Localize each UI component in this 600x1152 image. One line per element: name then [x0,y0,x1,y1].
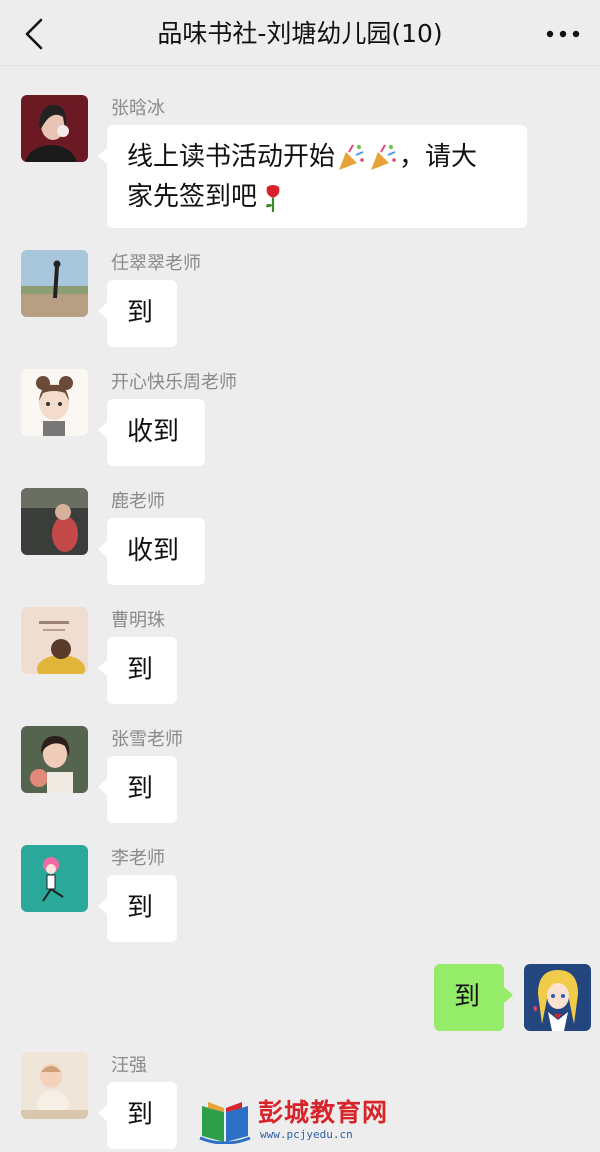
book-logo-icon [199,1102,251,1144]
message-bubble[interactable]: 收到 [98,518,205,585]
avatar[interactable] [21,726,88,793]
chevron-left-icon [25,18,43,50]
more-dots-icon [546,30,580,38]
message-row: 开心快乐周老师 收到 [0,369,600,469]
message-text: 到 [127,774,154,804]
sender-name: 鹿老师 [111,491,165,512]
message-text: 家先签到吧 [127,182,258,212]
message-bubble[interactable]: 到 [98,875,177,942]
rose-icon [266,184,280,212]
sender-name: 李老师 [111,848,165,869]
message-bubble[interactable]: 收到 [98,399,205,466]
sender-name: 张晗冰 [111,98,165,119]
message-bubble[interactable]: 线上读书活动开始 ，请大家先签到吧 [98,125,527,228]
chat-header: 品味书社-刘塘幼儿园(10) [0,0,600,66]
avatar-self[interactable] [524,964,591,1031]
message-text: 收到 [127,536,180,566]
party-popper-icon [371,144,396,170]
message-bubble-self[interactable]: 到 [434,964,513,1031]
message-text: ，请大 [399,142,478,172]
message-row: 鹿老师 收到 [0,488,600,588]
avatar[interactable] [21,845,88,912]
avatar[interactable] [21,250,88,317]
avatar[interactable] [21,607,88,674]
message-row: 张晗冰 线上读书活动开始 ，请大家先签到吧 [0,95,600,235]
message-bubble[interactable]: 到 [98,1082,177,1149]
chat-title: 品味书社-刘塘幼儿园(10) [157,19,443,48]
message-text: 到 [127,298,154,328]
message-text: 到 [127,655,154,685]
message-bubble[interactable]: 到 [98,756,177,823]
sender-name: 任翠翠老师 [111,253,201,274]
watermark-url: www.pcjyedu.cn [260,1128,353,1141]
message-bubble[interactable]: 到 [98,280,177,347]
message-text: 到 [127,893,154,923]
more-button[interactable] [540,14,586,54]
message-row: 任翠翠老师 到 [0,250,600,350]
back-button[interactable] [14,14,54,54]
party-popper-icon [339,144,364,170]
avatar[interactable] [21,95,88,162]
avatar[interactable] [21,369,88,436]
message-row: 李老师 到 [0,845,600,945]
message-text: 到 [454,982,481,1012]
avatar[interactable] [21,488,88,555]
message-text: 到 [127,1100,154,1130]
sender-name: 张雪老师 [111,729,183,750]
message-row: 张雪老师 到 [0,726,600,826]
message-bubble[interactable]: 到 [98,637,177,704]
avatar[interactable] [21,1052,88,1119]
watermark-name: 彭城教育网 [258,1098,389,1127]
sender-name: 开心快乐周老师 [111,372,237,393]
sender-name: 曹明珠 [111,610,165,631]
message-text: 收到 [127,417,180,447]
sender-name: 汪强 [111,1055,147,1076]
message-row-self: 到 [0,964,600,1034]
message-text: 线上读书活动开始 [127,142,336,172]
watermark: 彭城教育网 www.pcjyedu.cn [198,1098,408,1144]
message-row: 曹明珠 到 [0,607,600,707]
